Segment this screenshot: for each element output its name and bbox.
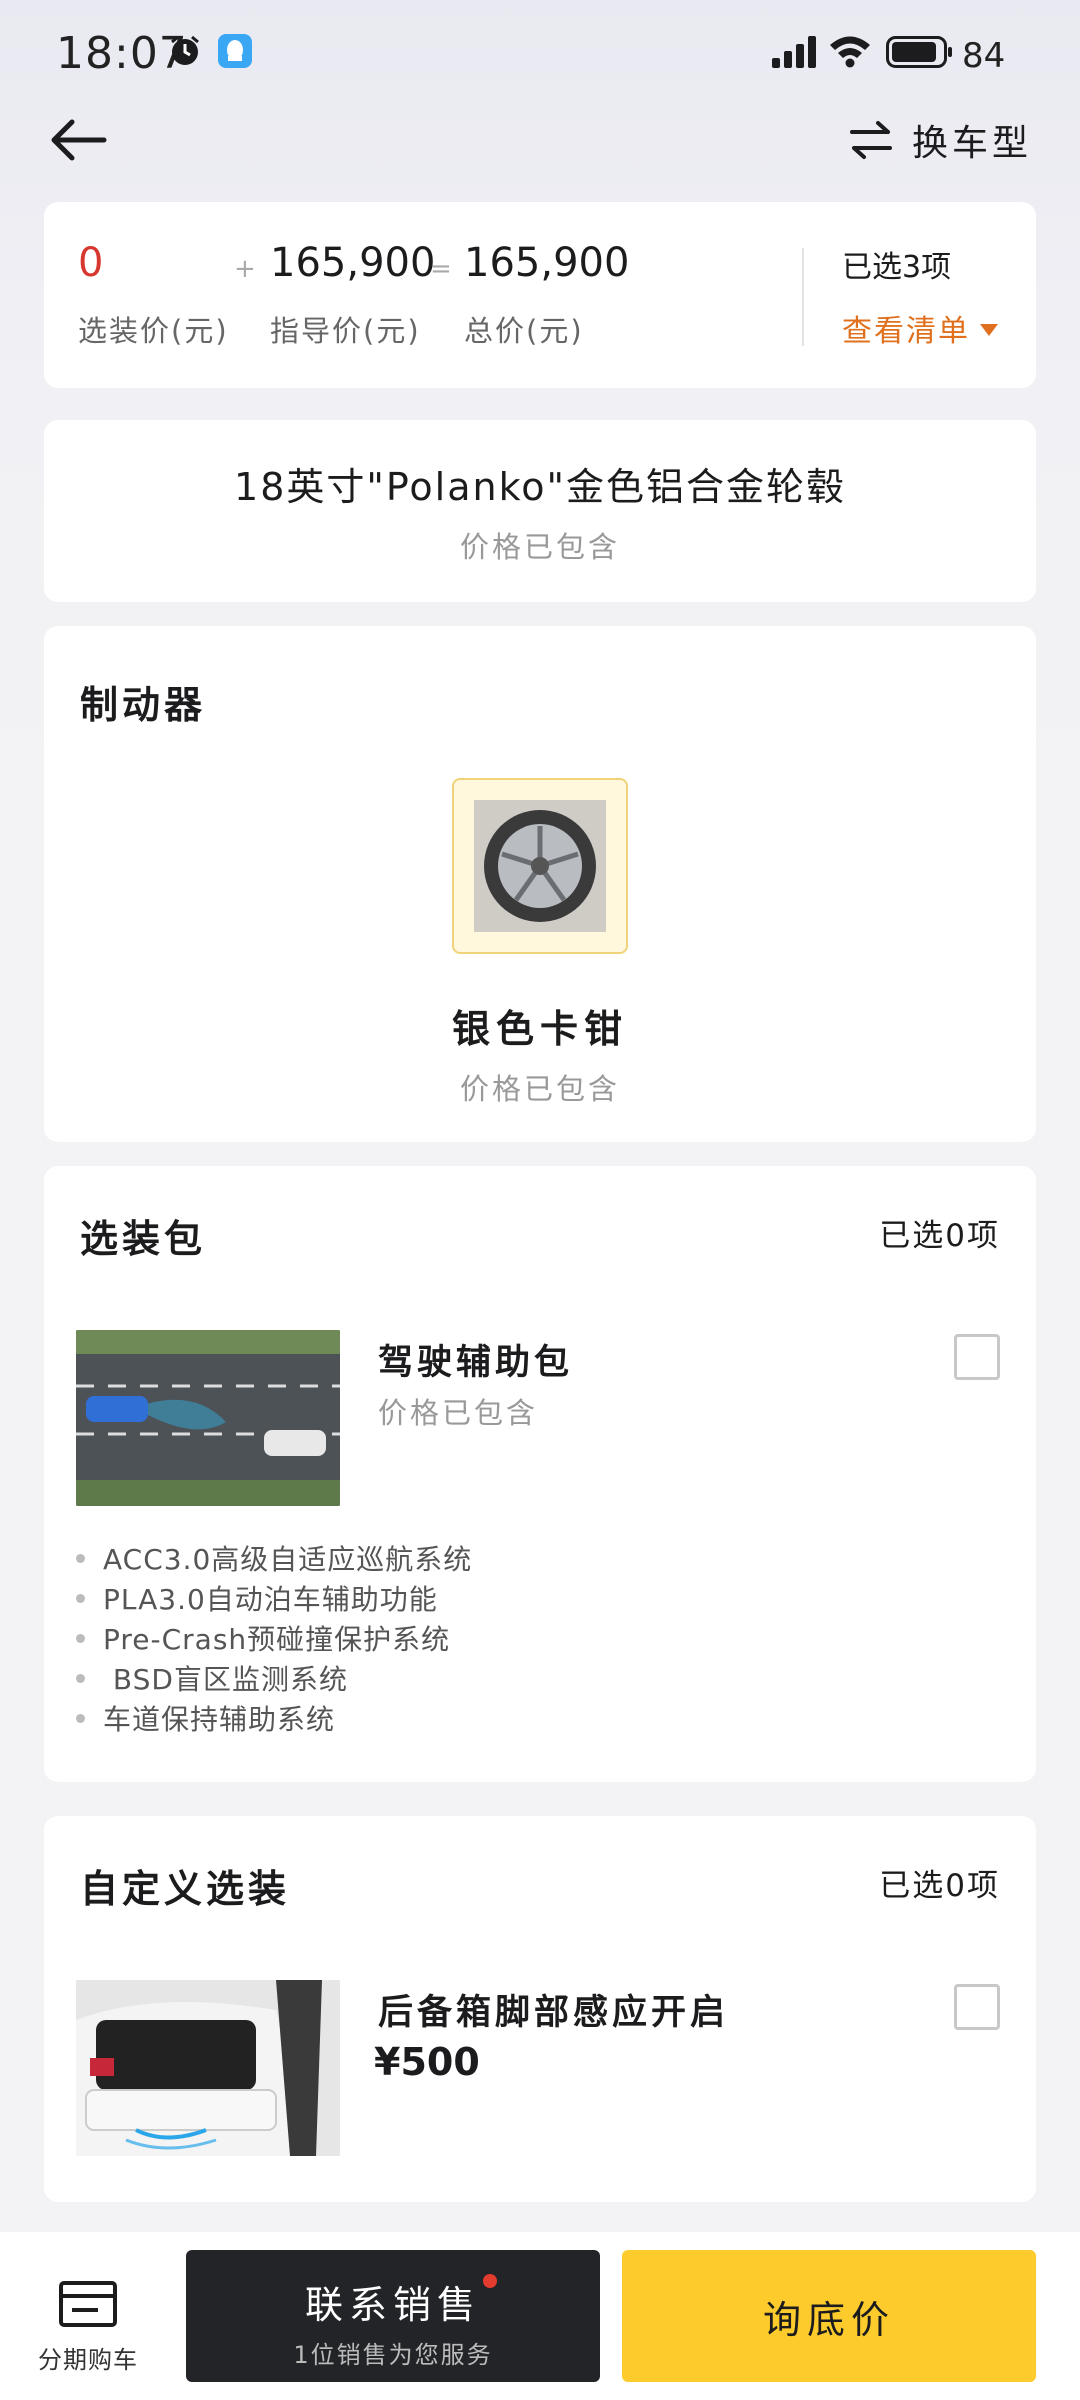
notification-dot [483,2274,497,2288]
option-price-label: 选装价(元) [78,314,229,348]
feature-text: ACC3.0高级自适应巡航系统 [103,1543,473,1576]
ask-lowest-price-button[interactable]: 询底价 [622,2250,1036,2382]
custom-option-checkbox[interactable] [954,1984,1000,2030]
custom-options-card: 自定义选装 已选0项 后备箱脚部感应开启 ¥500 [44,1816,1036,2202]
wifi-icon [830,36,870,68]
feature-item: PLA3.0自动泊车辅助功能 [76,1578,472,1618]
package-section-title: 选装包 [80,1217,207,1261]
package-selected-count: 已选0项 [879,1218,1000,1254]
installment-label: 分期购车 [38,2346,138,2374]
total-price-value: 165,900 [464,240,630,286]
bullet-dot [76,1673,85,1683]
price-summary-card: 0 选装价(元) + 165,900 指导价(元) = 165,900 总价(元… [44,202,1036,388]
guide-price-block: 165,900 指导价(元) [270,240,435,350]
brake-price-note: 价格已包含 [459,1072,620,1106]
view-list-label: 查看清单 [842,314,970,349]
plus-sign: + [234,254,256,284]
package-price-note: 价格已包含 [378,1396,539,1430]
signal-icon [772,36,816,68]
wheel-price-note: 价格已包含 [459,530,620,564]
swap-arrows-icon [849,121,892,159]
option-price-value: 0 [78,240,104,286]
contact-sales-subtitle: 1位销售为您服务 [293,2341,493,2369]
trunk-sensor-image [76,1980,340,2156]
guide-price-value: 165,900 [270,240,436,286]
selected-count: 已选3项 [842,250,952,285]
option-package-card: 选装包 已选0项 驾驶辅助包 价格已包含 ACC3.0高级自适应巡航系统 PLA… [44,1166,1036,1782]
bullet-dot [76,1593,85,1603]
feature-text: Pre-Crash预碰撞保护系统 [103,1623,451,1656]
option-price-block: 0 选装价(元) [78,240,229,350]
view-list-button[interactable]: 查看清单 [842,306,998,350]
installment-button[interactable]: 分期购车 [28,2280,148,2375]
custom-section-title: 自定义选装 [80,1867,291,1911]
switch-model-button[interactable]: 换车型 [848,112,1032,168]
equals-sign: = [430,254,452,284]
feature-text: BSD盲区监测系统 [103,1663,348,1696]
contact-sales-title: 联系销售 [304,2274,497,2329]
bottom-action-bar: 分期购车 联系销售 1位销售为您服务 询底价 [0,2232,1080,2400]
package-checkbox[interactable] [954,1334,1000,1380]
package-name: 驾驶辅助包 [378,1343,574,1383]
battery-icon [886,36,952,68]
contact-sales-label: 联系销售 [304,2283,481,2327]
back-arrow-icon[interactable] [44,110,116,170]
alarm-icon [171,35,199,65]
total-price-label: 总价(元) [464,314,584,348]
contact-sales-button[interactable]: 联系销售 1位销售为您服务 [186,2250,600,2382]
brake-card: 制动器 银色卡钳 价格已包含 [44,626,1036,1142]
qq-notification-icon [218,34,252,68]
feature-item: BSD盲区监测系统 [76,1658,472,1698]
caliper-wheel-image [474,800,606,932]
feature-item: ACC3.0高级自适应巡航系统 [76,1538,472,1578]
bullet-dot [76,1553,85,1563]
package-feature-list: ACC3.0高级自适应巡航系统 PLA3.0自动泊车辅助功能 Pre-Crash… [76,1538,472,1738]
brake-section-title: 制动器 [80,683,207,727]
installment-card-icon [59,2281,117,2327]
driving-assist-image [76,1330,340,1506]
custom-option-name: 后备箱脚部感应开启 [378,1993,730,2033]
feature-item: Pre-Crash预碰撞保护系统 [76,1618,472,1658]
custom-selected-count: 已选0项 [879,1868,1000,1904]
wheel-name: 18英寸"Polanko"金色铝合金轮毂 [234,465,846,509]
feature-text: PLA3.0自动泊车辅助功能 [103,1583,438,1616]
feature-text: 车道保持辅助系统 [103,1703,336,1736]
divider [802,248,804,346]
switch-model-label: 换车型 [911,123,1032,164]
battery-percent: 84 [962,36,1006,76]
wheel-option-card: 18英寸"Polanko"金色铝合金轮毂 价格已包含 [44,420,1036,602]
bullet-dot [76,1713,85,1723]
total-price-block: 165,900 总价(元) [464,240,629,350]
dropdown-triangle-icon [980,324,998,336]
guide-price-label: 指导价(元) [270,314,421,348]
feature-item: 车道保持辅助系统 [76,1698,472,1738]
brake-option-thumbnail[interactable] [452,778,628,954]
bullet-dot [76,1633,85,1643]
status-bar: 18:07 84 [0,0,1080,100]
brake-option-name: 银色卡钳 [451,1007,628,1051]
custom-option-price: ¥500 [374,2040,480,2084]
